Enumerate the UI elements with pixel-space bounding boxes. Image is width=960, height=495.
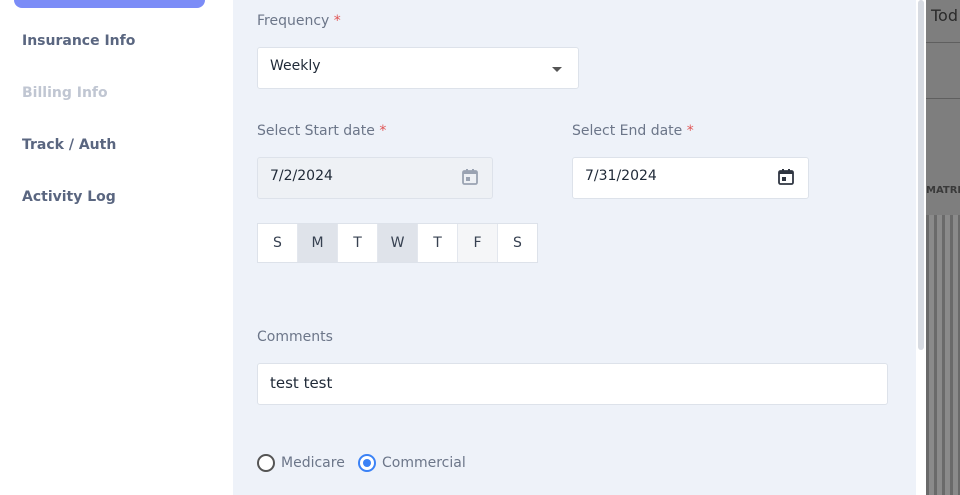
chevron-down-icon [552,67,562,72]
frequency-value: Weekly [270,58,321,74]
calendar-icon[interactable] [776,167,796,187]
day-tuesday[interactable]: T [338,224,378,262]
sidebar-item-track-auth[interactable]: Track / Auth [22,137,116,153]
frequency-label: Frequency * [257,13,341,29]
day-monday[interactable]: M [298,224,338,262]
radio-label-medicare: Medicare [281,455,345,471]
comments-value: test test [270,374,333,392]
comments-input[interactable]: test test [257,363,888,405]
day-wednesday[interactable]: W [378,224,418,262]
calendar-icon[interactable] [460,167,480,187]
background-divider [926,42,960,43]
sidebar-item-insurance-info[interactable]: Insurance Info [22,33,135,49]
radio-circle-selected[interactable] [358,454,376,472]
start-date-label: Select Start date * [257,123,387,139]
day-sunday[interactable]: S [258,224,298,262]
sidebar-item-billing-info: Billing Info [22,85,108,101]
sidebar: Insurance Info Billing Info Track / Auth… [0,0,233,495]
radio-commercial[interactable]: Commercial [358,454,466,472]
end-date-input[interactable]: 7/31/2024 [572,157,809,199]
frequency-select[interactable]: Weekly [257,47,579,89]
background-table [926,215,960,495]
start-date-value: 7/2/2024 [270,168,333,184]
sidebar-active-item[interactable] [14,0,205,8]
end-date-value: 7/31/2024 [585,168,657,184]
day-thursday[interactable]: T [418,224,458,262]
sidebar-item-activity-log[interactable]: Activity Log [22,189,116,205]
weekday-selector: S M T W T F S [257,223,538,263]
comments-label: Comments [257,329,333,345]
end-date-label: Select End date * [572,123,694,139]
panel-scrollbar[interactable] [918,0,924,350]
radio-medicare[interactable]: Medicare [257,454,345,472]
background-header-text: Tod [931,6,958,25]
background-column-header: MATRI [926,185,960,196]
day-friday[interactable]: F [458,224,498,262]
background-divider [926,98,960,99]
radio-circle[interactable] [257,454,275,472]
day-saturday[interactable]: S [498,224,537,262]
start-date-input[interactable]: 7/2/2024 [257,157,493,199]
radio-label-commercial: Commercial [382,455,466,471]
background-page: Tod MATRI [926,0,960,495]
